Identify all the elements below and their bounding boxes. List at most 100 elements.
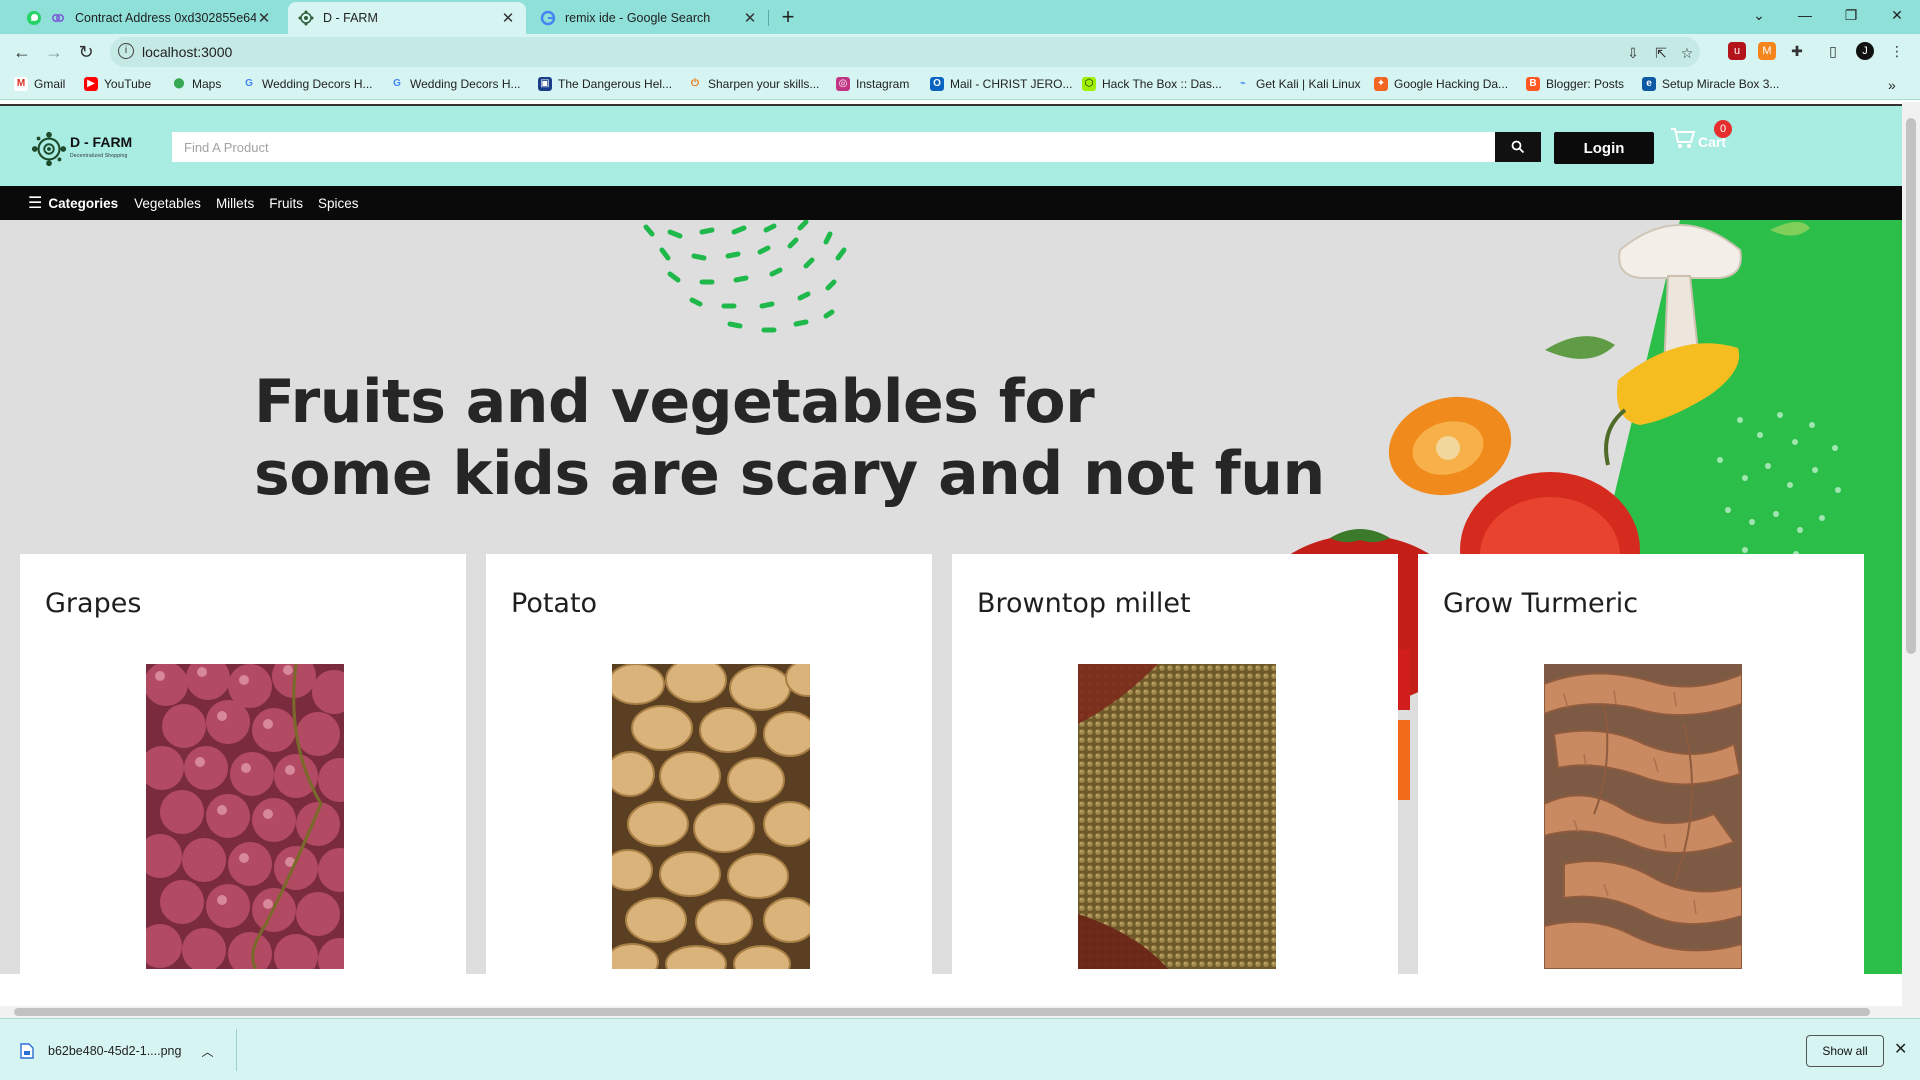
bookmark-item[interactable]: ⬡ Hack The Box :: Das... <box>1082 77 1222 91</box>
nav-link-millets[interactable]: Millets <box>216 196 254 211</box>
site-logo[interactable]: D - FARM Decentralized Shopping <box>30 130 132 168</box>
bookmark-item[interactable]: B Blogger: Posts <box>1526 77 1624 91</box>
hero-title: Fruits and vegetables for some kids are … <box>254 366 1325 510</box>
back-icon[interactable]: ← <box>10 40 34 64</box>
login-button[interactable]: Login <box>1554 132 1654 164</box>
instagram-icon: ◎ <box>836 77 850 91</box>
bookmark-label: Mail - CHRIST JERO... <box>950 77 1073 91</box>
tab-title: remix ide - Google Search <box>565 11 711 25</box>
bookmark-icon: ▣ <box>538 77 552 91</box>
bookmark-label: Wedding Decors H... <box>410 77 521 91</box>
bookmark-item[interactable]: ⌁ Get Kali | Kali Linux <box>1236 77 1361 91</box>
tab-contract[interactable]: Contract Address 0xd302855e64 ✕ <box>44 2 282 34</box>
bookmark-item[interactable]: ⏻ Sharpen your skills... <box>688 77 819 91</box>
bookmark-label: Instagram <box>856 77 910 91</box>
nav-link-spices[interactable]: Spices <box>318 196 359 211</box>
bookmark-item[interactable]: G Wedding Decors H... <box>242 77 373 91</box>
bookmark-label: Setup Miracle Box 3... <box>1662 77 1780 91</box>
close-icon[interactable]: ✕ <box>500 9 516 27</box>
htb-icon: ⬡ <box>1082 77 1096 91</box>
exploitdb-icon: ✦ <box>1374 77 1388 91</box>
search-input[interactable] <box>172 132 1495 162</box>
power-icon: ⏻ <box>691 78 699 89</box>
close-downloads-icon[interactable]: ✕ <box>1894 1039 1907 1059</box>
potato-photo[interactable] <box>612 664 810 969</box>
address-bar[interactable]: i localhost:3000 ⇩ ⇱ ☆ <box>110 37 1700 67</box>
new-tab-button[interactable]: + <box>776 4 800 30</box>
bookmark-label: The Dangerous Hel... <box>558 77 673 91</box>
bookmark-label: YouTube <box>104 77 152 91</box>
bookmark-item[interactable]: ◎ Instagram <box>836 77 909 91</box>
install-icon[interactable]: ⇩ <box>1624 44 1642 62</box>
bookmark-item[interactable]: ✦ Google Hacking Da... <box>1374 77 1508 91</box>
download-separator <box>236 1029 237 1071</box>
bookmark-item[interactable]: ▣ The Dangerous Hel... <box>538 77 672 91</box>
google-icon: G <box>245 78 253 89</box>
product-card[interactable]: Potato <box>486 554 932 1006</box>
vertical-scroll-thumb[interactable] <box>1906 118 1916 654</box>
ublock-icon[interactable]: u <box>1728 42 1746 60</box>
nav-link-fruits[interactable]: Fruits <box>269 196 303 211</box>
bookmark-label: Gmail <box>34 77 66 91</box>
download-item[interactable]: b62be480-45d2-1....png ︿ <box>20 1033 213 1069</box>
forward-icon[interactable]: → <box>42 40 66 64</box>
vertical-scrollbar[interactable] <box>1902 102 1920 1018</box>
whatsapp-icon <box>26 10 42 26</box>
bookmark-item[interactable]: ⬤ Maps <box>172 77 221 91</box>
bookmark-item[interactable]: O Mail - CHRIST JERO... <box>930 77 1072 91</box>
minimize-button[interactable]: — <box>1782 0 1828 30</box>
nav-link-vegetables[interactable]: Vegetables <box>134 196 201 211</box>
turmeric-photo[interactable] <box>1544 664 1742 969</box>
youtube-icon: ▶ <box>84 77 98 91</box>
tab-google-search[interactable]: remix ide - Google Search ✕ <box>530 2 768 34</box>
share-icon[interactable]: ⇱ <box>1652 44 1670 62</box>
logo-subtitle: Decentralized Shopping <box>70 153 128 159</box>
horizontal-scrollbar[interactable] <box>0 1006 1902 1018</box>
bookmark-item[interactable]: G Wedding Decors H... <box>390 77 521 91</box>
bookmark-item[interactable]: e Setup Miracle Box 3... <box>1642 77 1779 91</box>
bookmarks-overflow-icon[interactable]: » <box>1888 77 1896 93</box>
logo-mark-icon <box>31 131 67 167</box>
categories-button[interactable]: Categories <box>48 196 118 211</box>
product-card[interactable]: Browntop millet <box>952 554 1398 1006</box>
grapes-photo[interactable] <box>146 664 344 969</box>
metamask-icon[interactable]: M <box>1758 42 1776 60</box>
link-icon <box>50 10 66 26</box>
tab-search-icon[interactable]: ⌄ <box>1736 0 1782 30</box>
google-icon <box>540 10 556 26</box>
bookmark-star-icon[interactable]: ☆ <box>1678 44 1696 62</box>
show-all-button[interactable]: Show all <box>1806 1035 1884 1067</box>
millet-photo[interactable] <box>1078 664 1276 969</box>
site-info-icon[interactable]: i <box>118 43 134 59</box>
bookmark-item[interactable]: ▶ YouTube <box>84 77 151 91</box>
close-icon[interactable]: ✕ <box>742 9 758 27</box>
reload-icon[interactable]: ↻ <box>74 40 98 64</box>
downloads-bar: b62be480-45d2-1....png ︿ Show all ✕ <box>0 1018 1920 1080</box>
bookmark-item[interactable]: M Gmail <box>14 77 65 91</box>
page-viewport: D - FARM Decentralized Shopping Login Ca… <box>0 102 1902 1006</box>
restore-button[interactable]: ❐ <box>1828 0 1874 30</box>
url-text: localhost:3000 <box>142 44 233 60</box>
chevron-up-icon[interactable]: ︿ <box>201 1043 213 1060</box>
window-close-button[interactable]: ✕ <box>1874 0 1920 30</box>
product-name: Potato <box>511 588 598 619</box>
search-button[interactable] <box>1495 132 1541 162</box>
kali-icon: ⌁ <box>1239 78 1247 89</box>
product-card[interactable]: Grow Turmeric <box>1418 554 1864 1006</box>
profile-avatar[interactable]: J <box>1856 42 1874 60</box>
extensions-icon[interactable]: ✚ <box>1788 42 1806 60</box>
tab-dfarm[interactable]: D - FARM ✕ <box>288 2 526 34</box>
bookmark-label: Blogger: Posts <box>1546 77 1625 91</box>
hero-title-line: some kids are scary and not fun <box>254 439 1325 509</box>
hero-title-line: Fruits and vegetables for <box>254 367 1095 437</box>
tab-separator <box>768 10 769 26</box>
product-card[interactable]: Grapes <box>20 554 466 1006</box>
bookmark-label: Wedding Decors H... <box>262 77 373 91</box>
menu-icon[interactable]: ⋮ <box>1888 42 1906 60</box>
cart-count-badge: 0 <box>1714 120 1732 138</box>
hamburger-menu-icon[interactable]: ☰ <box>28 193 42 213</box>
horizontal-scroll-thumb[interactable] <box>14 1008 1870 1016</box>
side-panel-icon[interactable]: ▯ <box>1824 42 1842 60</box>
gmail-icon: M <box>14 77 28 91</box>
close-icon[interactable]: ✕ <box>256 9 272 27</box>
